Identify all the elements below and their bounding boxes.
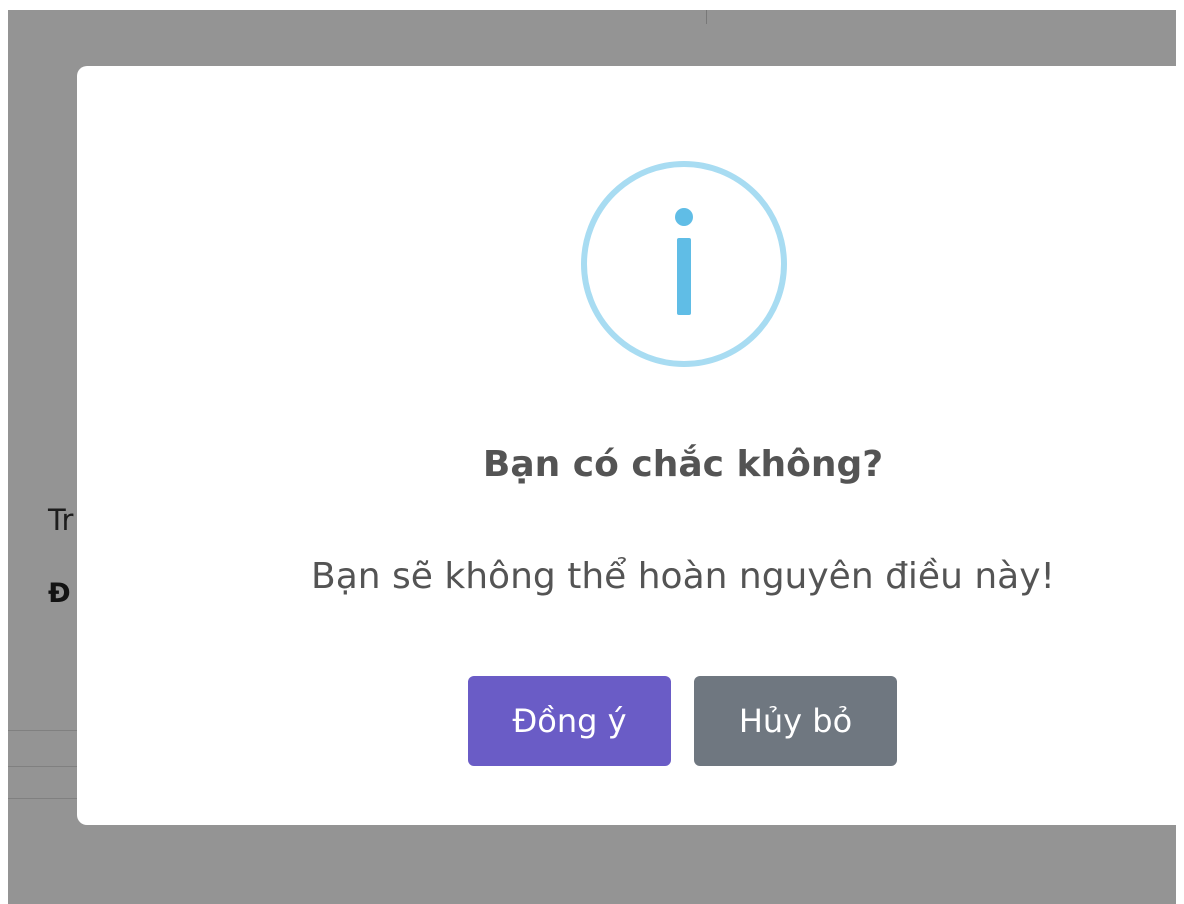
- dialog-title: Bạn có chắc không?: [482, 444, 884, 485]
- cancel-button[interactable]: Hủy bỏ: [694, 676, 897, 766]
- screen: Tr Đ Bạn có chắc không? Bạn sẽ không thể…: [8, 10, 1176, 904]
- cancel-button-label: Hủy bỏ: [738, 702, 853, 740]
- confirm-dialog: Bạn có chắc không? Bạn sẽ không thể hoàn…: [77, 66, 1176, 825]
- confirm-button-label: Đồng ý: [512, 702, 627, 740]
- info-icon: [580, 160, 788, 368]
- confirm-button[interactable]: Đồng ý: [468, 676, 671, 766]
- dialog-message: Bạn sẽ không thể hoàn nguyên điều này!: [311, 556, 1055, 597]
